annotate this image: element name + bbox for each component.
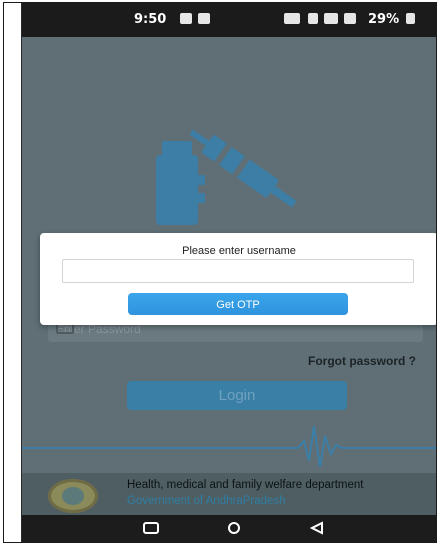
- nfc-icon: [284, 13, 300, 24]
- battery-percent: 29%: [368, 12, 400, 27]
- get-otp-button[interactable]: Get OTP: [128, 293, 348, 315]
- government-emblem-logo: [48, 479, 98, 513]
- username-input[interactable]: [62, 259, 414, 283]
- vaccine-syringe-icon: [156, 129, 297, 225]
- navigation-bar: [22, 515, 436, 542]
- triangle-back-icon[interactable]: [308, 521, 326, 535]
- phone-screen: 9:50 29% Enter Password Forgot password …: [3, 2, 437, 543]
- department-name: Health, medical and family welfare depar…: [127, 479, 364, 491]
- signal-bars-icon: [344, 13, 356, 24]
- username-dialog: Please enter username Get OTP: [40, 233, 436, 325]
- vibrate-icon: [308, 13, 318, 24]
- login-button[interactable]: Login: [127, 381, 347, 410]
- heartbeat-line-icon: [22, 425, 436, 468]
- square-icon[interactable]: [142, 521, 160, 535]
- dialog-title: Please enter username: [182, 245, 296, 257]
- status-time: 9:50: [134, 12, 167, 27]
- status-bar: 9:50 29%: [22, 3, 436, 37]
- battery-icon: [406, 13, 415, 24]
- signal-4g-icon: [324, 13, 338, 24]
- forgot-password-link[interactable]: Forgot password ?: [308, 354, 416, 368]
- message-icon: [180, 13, 192, 24]
- image-icon: [198, 13, 210, 24]
- footer-banner: Health, medical and family welfare depar…: [22, 473, 436, 515]
- left-edge: [4, 3, 22, 542]
- government-name: Government of AndhraPradesh: [127, 495, 286, 507]
- circle-icon[interactable]: [225, 521, 243, 535]
